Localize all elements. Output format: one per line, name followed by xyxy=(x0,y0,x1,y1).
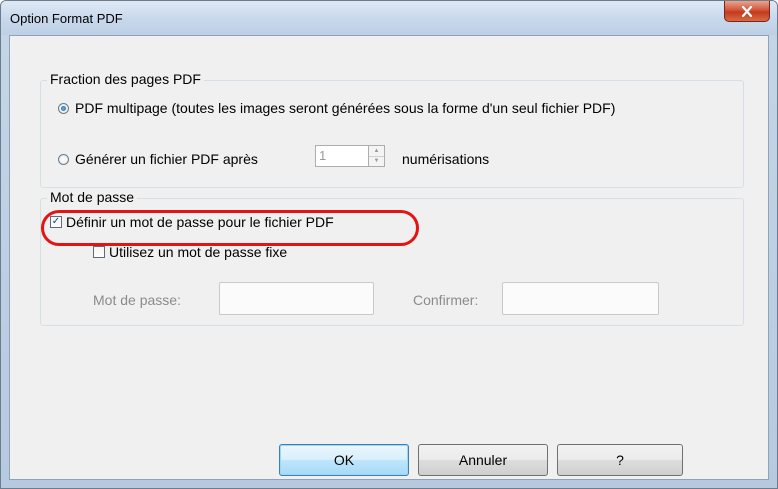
cancel-button[interactable]: Annuler xyxy=(418,444,548,476)
count-suffix: numérisations xyxy=(402,151,489,167)
password-group-legend: Mot de passe xyxy=(47,189,138,205)
generate-label[interactable]: Générer un fichier PDF après xyxy=(75,151,258,167)
confirm-field[interactable] xyxy=(502,282,659,315)
ok-button[interactable]: OK xyxy=(279,444,409,476)
fixed-password-option[interactable]: Utilisez un mot de passe fixe xyxy=(93,244,287,260)
fixed-password-label[interactable]: Utilisez un mot de passe fixe xyxy=(109,244,287,260)
page-count-spinner[interactable]: 1 ▲ ▼ xyxy=(315,145,385,167)
generate-option[interactable]: Générer un fichier PDF après xyxy=(58,151,258,167)
multipage-radio[interactable] xyxy=(58,102,69,114)
title-bar[interactable]: Option Format PDF xyxy=(1,1,777,35)
highlight-annotation xyxy=(41,210,419,246)
window-title: Option Format PDF xyxy=(10,11,123,26)
spin-down-button[interactable]: ▼ xyxy=(369,155,384,166)
dialog-client-area: Fraction des pages PDF PDF multipage (to… xyxy=(9,35,769,480)
generate-radio[interactable] xyxy=(58,153,69,165)
spin-buttons: ▲ ▼ xyxy=(369,145,385,167)
spin-up-button[interactable]: ▲ xyxy=(369,146,384,156)
password-field[interactable] xyxy=(219,282,374,315)
dialog-window: Option Format PDF Fraction des pages PDF… xyxy=(0,0,778,489)
fraction-groupbox: Fraction des pages PDF PDF multipage (to… xyxy=(40,71,744,188)
close-button[interactable] xyxy=(724,1,770,22)
password-label: Mot de passe: xyxy=(93,292,181,308)
multipage-option[interactable]: PDF multipage (toutes les images seront … xyxy=(58,100,615,116)
page-count-input[interactable]: 1 xyxy=(315,145,369,167)
fraction-group-legend: Fraction des pages PDF xyxy=(47,71,204,87)
confirm-label: Confirmer: xyxy=(413,292,479,308)
close-x-icon xyxy=(741,5,753,17)
count-suffix-label: numérisations xyxy=(402,151,490,167)
multipage-label[interactable]: PDF multipage (toutes les images seront … xyxy=(75,100,615,116)
help-button[interactable]: ? xyxy=(557,444,683,476)
fixed-password-checkbox[interactable] xyxy=(93,246,105,258)
